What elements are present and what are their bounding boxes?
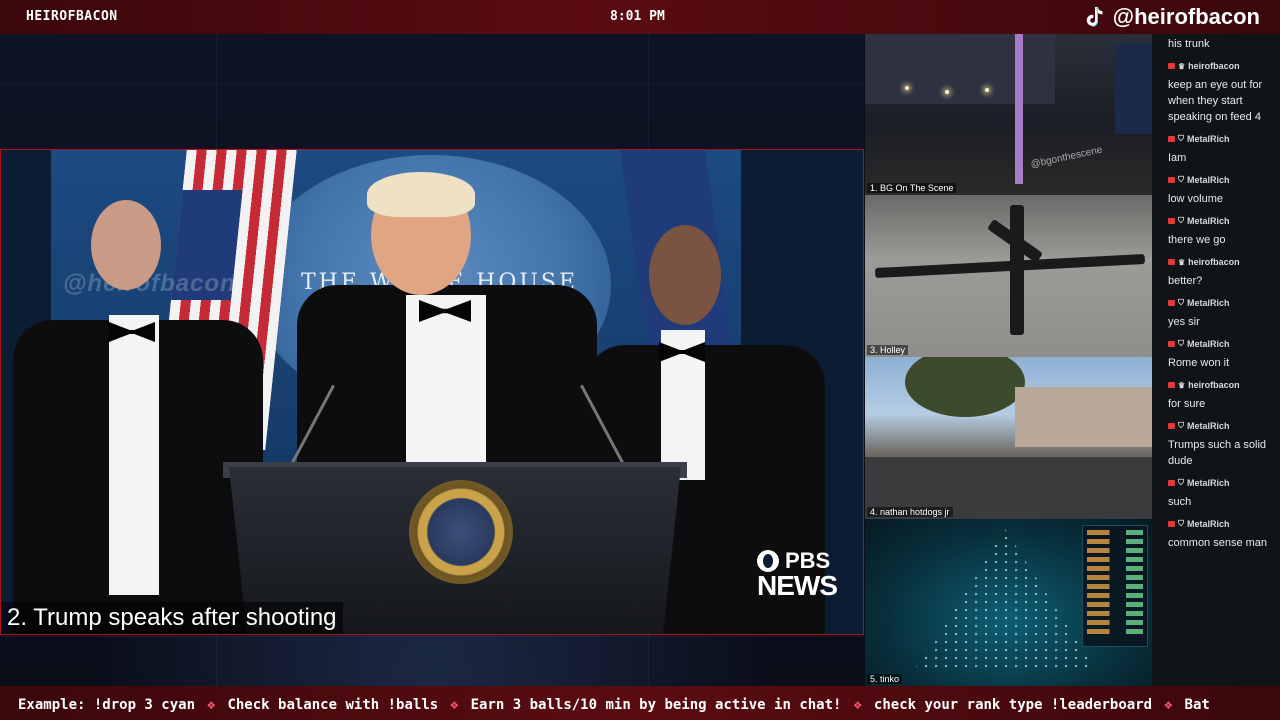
platform-badge-icon (1168, 480, 1175, 486)
chat-message: ⛉ MetalRich Iam (1152, 131, 1280, 166)
chat-username[interactable]: MetalRich (1187, 339, 1230, 349)
main-video-feed[interactable]: THE WHITE HOUSE @heirofbacon PBS NEWS 2.… (0, 149, 864, 635)
shield-icon: ⛉ (1178, 175, 1184, 184)
chat-message: ♛ heirofbacon keep an eye out for when th… (1152, 58, 1280, 125)
candy-icon: ❖ (1164, 697, 1173, 713)
feed-label: 1. BG On The Scene (867, 183, 957, 193)
chat-message: ⛉ MetalRich common sense man (1152, 516, 1280, 551)
platform-badge-icon (1168, 218, 1175, 224)
chat-username[interactable]: MetalRich (1187, 519, 1230, 529)
platform-badge-icon (1168, 300, 1175, 306)
stage-background: THE WHITE HOUSE @heirofbacon PBS NEWS 2.… (0, 34, 864, 686)
platform-badge-icon (1168, 382, 1175, 388)
chat-text: his trunk (1168, 38, 1210, 50)
candy-icon: ❖ (853, 697, 862, 713)
chat-text: for sure (1168, 398, 1206, 410)
feed-watermark: @bgonthescene (1029, 144, 1104, 171)
person-left-head (91, 200, 161, 290)
crown-icon: ♛ (1178, 61, 1186, 71)
chat-text: Rome won it (1168, 357, 1230, 369)
ticker-item: Example: !drop 3 cyan (18, 697, 196, 713)
person-left-shirt (109, 315, 159, 595)
chat-message: ⛉ MetalRich there we go (1152, 213, 1280, 248)
chat-message: ♛ heirofbacon for sure (1152, 377, 1280, 412)
ticker-item: check your rank type !leaderboard (873, 697, 1153, 713)
chat-text: low volume (1168, 193, 1224, 205)
feed-bg-on-the-scene[interactable]: @bgonthescene 1. BG On The Scene (865, 34, 1152, 195)
ticker-item: Bat (1184, 697, 1210, 713)
feed-label: 4. nathan hotdogs jr (867, 507, 953, 517)
chat-text: such (1168, 496, 1192, 508)
chat-message: ♛ heirofbacon better? (1152, 254, 1280, 289)
chat-username[interactable]: MetalRich (1187, 216, 1230, 226)
ticker-item: Earn 3 balls/10 min by being active in c… (470, 697, 842, 713)
chat-text: yes sir (1168, 316, 1200, 328)
platform-badge-icon (1168, 341, 1175, 347)
platform-badge-icon (1168, 521, 1175, 527)
chat-message: ⛉ MetalRich yes sir (1152, 295, 1280, 330)
platform-badge-icon (1168, 136, 1175, 142)
ticker-item: Check balance with !balls (227, 697, 439, 713)
chat-username[interactable]: MetalRich (1187, 175, 1230, 185)
channel-brand: HEIROFBACON (26, 9, 118, 24)
command-ticker: Example: !drop 3 cyan ❖ Check balance with… (0, 686, 1280, 720)
chat-username[interactable]: heirofbacon (1188, 380, 1240, 390)
shield-icon: ⛉ (1178, 339, 1184, 348)
feed-nathan-hotdogs[interactable]: 4. nathan hotdogs jr (865, 357, 1152, 519)
clock: 8:01 PM (610, 9, 665, 24)
person-center-shirt (406, 295, 486, 470)
chat-text: common sense man (1168, 537, 1268, 549)
grid-line (0, 84, 864, 85)
plinko-board (915, 529, 1095, 669)
chat-text: better? (1168, 275, 1203, 287)
person-right-head (649, 225, 721, 325)
chat-username[interactable]: heirofbacon (1188, 61, 1240, 71)
chat-text: there we go (1168, 234, 1226, 246)
shield-icon: ⛉ (1178, 298, 1184, 307)
feed-caption: 2. Trump speaks after shooting (1, 602, 343, 634)
chat-text: keep an eye out for when they start spea… (1168, 79, 1263, 123)
chat-text: Trumps such a solid dude (1168, 439, 1267, 467)
crown-icon: ♛ (1178, 257, 1186, 267)
pbs-news-logo: PBS NEWS (757, 548, 838, 601)
chat-text: Iam (1168, 152, 1187, 164)
chat-username[interactable]: MetalRich (1187, 298, 1230, 308)
top-bar: HEIROFBACON 8:01 PM @heirofbacon (0, 0, 1280, 34)
chat-message: ⛉ MetalRich such (1152, 475, 1280, 510)
candy-icon: ❖ (450, 697, 459, 713)
shield-icon: ⛉ (1178, 216, 1184, 225)
platform-badge-icon (1168, 423, 1175, 429)
presidential-seal (409, 480, 513, 584)
chat-panel[interactable]: his trunk ♛ heirofbacon keep an eye out f… (1152, 34, 1280, 686)
shield-icon: ⛉ (1178, 134, 1184, 143)
feed-holley[interactable]: 3. Holley (865, 195, 1152, 357)
person-center-hair (367, 172, 475, 217)
chat-message: ⛉ MetalRich Rome won it (1152, 336, 1280, 371)
shield-icon: ⛉ (1178, 478, 1184, 487)
handle-text: @heirofbacon (1112, 4, 1260, 29)
platform-badge-icon (1168, 177, 1175, 183)
chat-username[interactable]: MetalRich (1187, 421, 1230, 431)
grid-line (0, 636, 864, 637)
ticker-track: Example: !drop 3 cyan ❖ Check balance with… (0, 697, 1210, 713)
feed-tinko-plinko[interactable]: 5. tinko (865, 519, 1152, 686)
leaderboard-panel (1082, 525, 1148, 647)
chat-username[interactable]: MetalRich (1187, 478, 1230, 488)
platform-badge-icon (1168, 259, 1175, 265)
platform-badge-icon (1168, 63, 1175, 69)
social-handle: @heirofbacon (1083, 4, 1260, 30)
chat-message: ⛉ MetalRich Trumps such a solid dude (1152, 418, 1280, 469)
chat-message: ⛉ MetalRich low volume (1152, 172, 1280, 207)
chat-username[interactable]: MetalRich (1187, 134, 1230, 144)
feed-label: 5. tinko (867, 674, 903, 684)
pbs-head-icon (757, 550, 779, 572)
feed-label: 3. Holley (867, 345, 909, 355)
tiktok-icon (1083, 5, 1105, 29)
crown-icon: ♛ (1178, 380, 1186, 390)
chat-username[interactable]: heirofbacon (1188, 257, 1240, 267)
candy-icon: ❖ (207, 697, 216, 713)
chat-message: his trunk (1152, 36, 1280, 52)
shield-icon: ⛉ (1178, 519, 1184, 528)
shield-icon: ⛉ (1178, 421, 1184, 430)
